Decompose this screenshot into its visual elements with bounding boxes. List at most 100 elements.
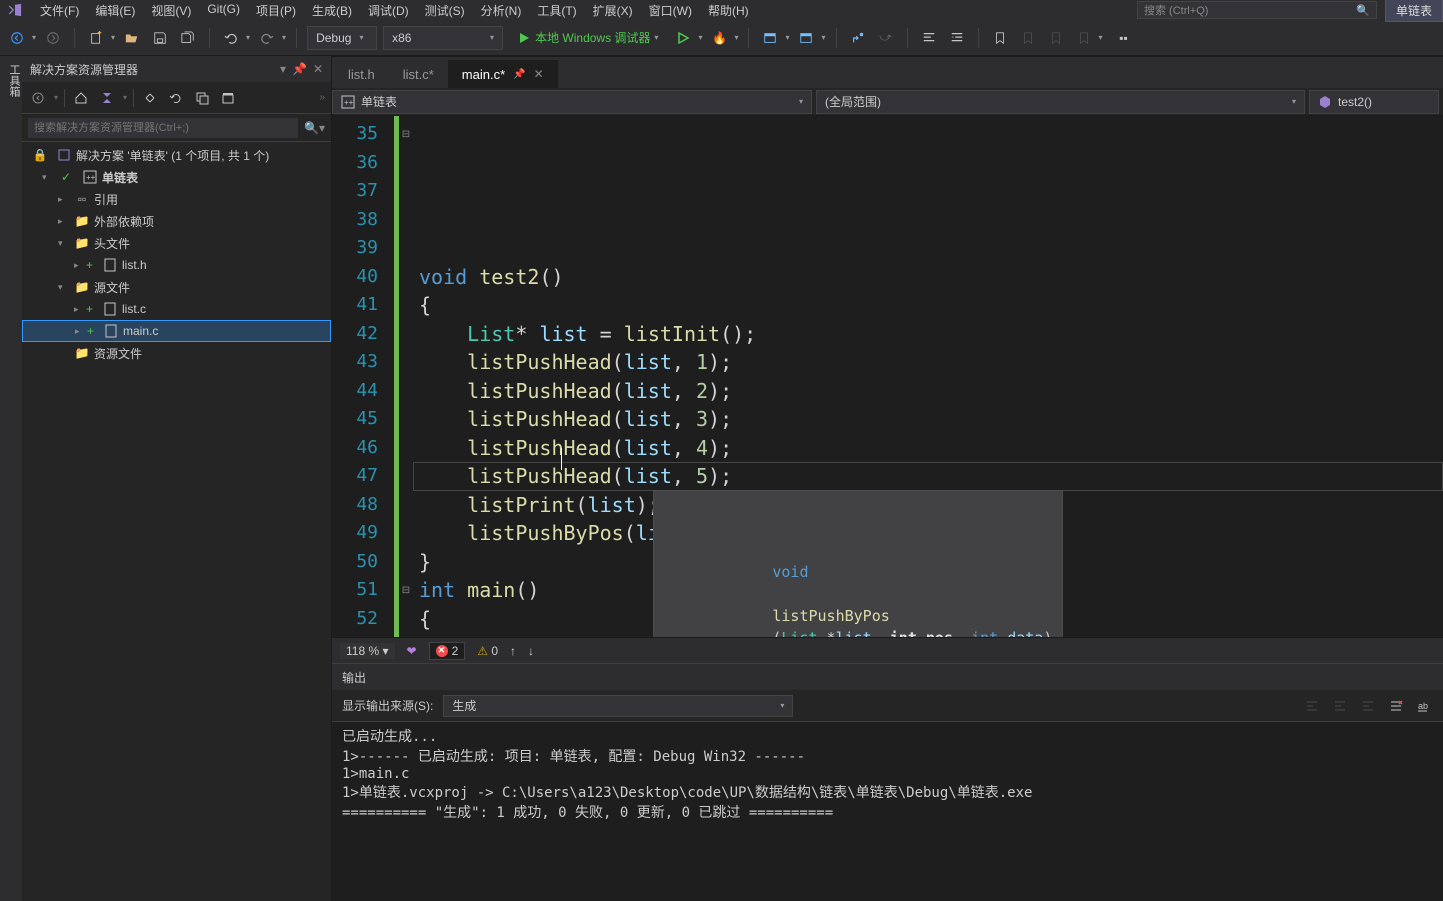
close-icon[interactable]: ✕: [313, 62, 323, 76]
collapse-icon[interactable]: ▾: [58, 282, 70, 293]
header-file-node[interactable]: ▸ + list.h: [22, 254, 331, 276]
menu-item[interactable]: Git(G): [199, 0, 248, 21]
menu-item[interactable]: 项目(P): [248, 0, 304, 21]
new-item-button[interactable]: [85, 27, 107, 49]
fold-icon[interactable]: ⊟: [399, 120, 413, 149]
global-search-input[interactable]: 搜索 (Ctrl+Q) 🔍: [1137, 1, 1377, 19]
code-editor[interactable]: 353637383940414243444546474849505152 ⊟⊟ …: [332, 116, 1443, 637]
code-line[interactable]: listPushHead(list, 4);: [419, 434, 1443, 463]
menu-item[interactable]: 视图(V): [143, 0, 199, 21]
menu-item[interactable]: 扩展(X): [585, 0, 641, 21]
resources-folder-node[interactable]: ▸ 📁 资源文件: [22, 342, 331, 364]
caret-icon[interactable]: ▾: [821, 33, 825, 42]
prev-bookmark-icon[interactable]: [1017, 27, 1039, 49]
app-window-icon[interactable]: [759, 27, 781, 49]
caret-icon[interactable]: ▾: [1099, 33, 1103, 42]
source-file-node[interactable]: ▸ + list.c: [22, 298, 331, 320]
code-content[interactable]: void listPushByPos (List *list, int pos,…: [413, 116, 1443, 637]
collapse-all-icon[interactable]: [192, 88, 212, 108]
menu-item[interactable]: 编辑(E): [87, 0, 143, 21]
expand-icon[interactable]: ▸: [58, 194, 70, 205]
find-message-icon[interactable]: [1303, 697, 1321, 715]
editor-tab[interactable]: list.c*: [389, 60, 448, 88]
toolbar-overflow-icon[interactable]: ▪▪: [1113, 27, 1135, 49]
code-line[interactable]: listPushHead(list, 3);: [419, 405, 1443, 434]
prev-message-icon[interactable]: [1331, 697, 1349, 715]
error-count-badge[interactable]: ✕ 2: [429, 642, 466, 660]
expand-icon[interactable]: ▸: [75, 326, 87, 337]
editor-tab[interactable]: main.c*📌✕: [448, 60, 558, 88]
undo-button[interactable]: [220, 27, 242, 49]
step-over-icon[interactable]: ⤻: [875, 27, 897, 49]
sync-icon[interactable]: [140, 88, 160, 108]
caret-icon[interactable]: ▾: [698, 33, 702, 42]
show-all-icon[interactable]: [218, 88, 238, 108]
code-line[interactable]: listPushHead(list, 5);: [419, 462, 1443, 491]
project-node[interactable]: ▾ ✓ ++ 单链表: [22, 166, 331, 188]
refresh-icon[interactable]: [166, 88, 186, 108]
expand-icon[interactable]: ▸: [74, 304, 86, 315]
save-button[interactable]: [149, 27, 171, 49]
solution-node[interactable]: 🔒 解决方案 '单链表' (1 个项目, 共 1 个): [22, 144, 331, 166]
nav-forward-button[interactable]: [42, 27, 64, 49]
collapse-icon[interactable]: ▾: [58, 238, 70, 249]
clear-bookmarks-icon[interactable]: [1073, 27, 1095, 49]
caret-icon[interactable]: ▾: [734, 33, 738, 42]
open-file-button[interactable]: [121, 27, 143, 49]
menu-item[interactable]: 生成(B): [304, 0, 360, 21]
menu-item[interactable]: 文件(F): [32, 0, 87, 21]
code-line[interactable]: List* list = listInit();: [419, 320, 1443, 349]
external-deps-node[interactable]: ▸ 📁 外部依赖项: [22, 210, 331, 232]
caret-icon[interactable]: ▾: [785, 33, 789, 42]
output-source-dropdown[interactable]: 生成 ▾: [443, 695, 793, 717]
fold-icon[interactable]: ⊟: [399, 576, 413, 605]
warning-count[interactable]: ⚠ 0: [477, 644, 498, 658]
nav-scope-dropdown[interactable]: (全局范围) ▾: [816, 90, 1305, 114]
editor-tab[interactable]: list.h: [334, 60, 389, 88]
menu-item[interactable]: 窗口(W): [641, 0, 700, 21]
pin-icon[interactable]: 📌: [292, 62, 307, 76]
code-line[interactable]: listPushHead(list, 2);: [419, 377, 1443, 406]
indent-icon[interactable]: [946, 27, 968, 49]
outdent-icon[interactable]: [918, 27, 940, 49]
back-icon[interactable]: [28, 88, 48, 108]
step-into-icon[interactable]: [847, 27, 869, 49]
switch-views-icon[interactable]: [97, 88, 117, 108]
code-line[interactable]: {: [419, 291, 1443, 320]
save-all-button[interactable]: [177, 27, 199, 49]
live-share-icon[interactable]: [795, 27, 817, 49]
caret-icon[interactable]: ▾: [32, 33, 36, 42]
menu-item[interactable]: 工具(T): [529, 0, 584, 21]
next-message-icon[interactable]: [1359, 697, 1377, 715]
word-wrap-icon[interactable]: ab: [1415, 697, 1433, 715]
source-file-node-active[interactable]: ▸ + main.c: [22, 320, 331, 342]
pin-icon[interactable]: 📌: [513, 69, 525, 80]
toolbox-tab[interactable]: 工具箱: [0, 56, 22, 901]
redo-button[interactable]: [256, 27, 278, 49]
search-icon[interactable]: 🔍▾: [298, 121, 325, 135]
expand-icon[interactable]: ▾: [42, 172, 54, 183]
nav-member-dropdown[interactable]: test2(): [1309, 90, 1439, 114]
solution-search-input[interactable]: [28, 118, 298, 138]
start-without-debug-button[interactable]: [672, 27, 694, 49]
zoom-dropdown[interactable]: 118 % ▾: [340, 643, 395, 659]
home-icon[interactable]: [71, 88, 91, 108]
platform-dropdown[interactable]: x86▾: [383, 26, 503, 50]
menu-item[interactable]: 分析(N): [473, 0, 530, 21]
expand-icon[interactable]: ▸: [74, 260, 86, 271]
build-config-dropdown[interactable]: Debug▾: [307, 26, 377, 50]
headers-folder-node[interactable]: ▾ 📁 头文件: [22, 232, 331, 254]
caret-icon[interactable]: ▾: [111, 33, 115, 42]
health-icon[interactable]: ❤: [407, 644, 417, 658]
close-icon[interactable]: ✕: [534, 67, 544, 81]
sources-folder-node[interactable]: ▾ 📁 源文件: [22, 276, 331, 298]
code-line[interactable]: void test2(): [419, 263, 1443, 292]
nav-back-button[interactable]: [6, 27, 28, 49]
caret-icon[interactable]: ▾: [282, 33, 286, 42]
code-line[interactable]: listPushHead(list, 1);: [419, 348, 1443, 377]
caret-icon[interactable]: ▾: [246, 33, 250, 42]
clear-output-icon[interactable]: [1387, 697, 1405, 715]
dropdown-icon[interactable]: ▾: [280, 62, 286, 76]
references-node[interactable]: ▸ ▫▫ 引用: [22, 188, 331, 210]
bookmark-icon[interactable]: [989, 27, 1011, 49]
